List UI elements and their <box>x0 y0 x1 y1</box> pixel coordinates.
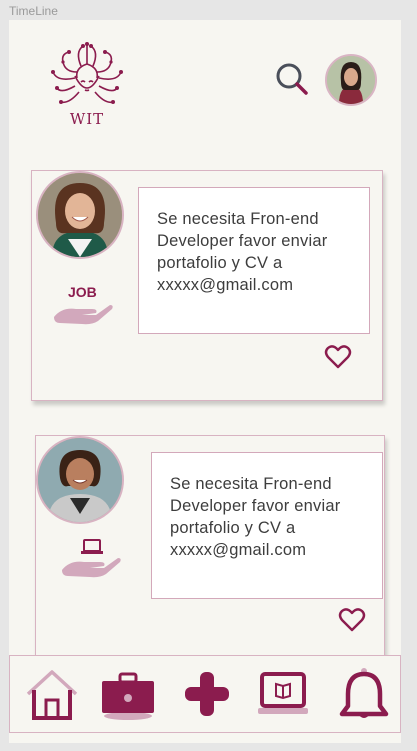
timeline-screen: WIT JOB Se necesita Fron-end Developer f… <box>9 20 401 743</box>
hand-laptop-icon <box>60 538 122 582</box>
frame-label: TimeLine <box>9 4 58 18</box>
like-button[interactable] <box>338 607 366 633</box>
home-icon <box>26 670 78 720</box>
wit-logo: WIT <box>47 42 127 132</box>
search-button[interactable] <box>275 62 309 96</box>
briefcase-icon <box>102 672 154 720</box>
heart-icon <box>324 345 352 369</box>
hand-job-icon <box>52 297 114 329</box>
profile-avatar[interactable] <box>325 54 377 106</box>
logo-text: WIT <box>69 110 105 128</box>
laptop-book-icon <box>258 672 308 714</box>
heart-icon <box>338 608 366 632</box>
avatar <box>38 173 122 257</box>
post-card: Se necesita Fron-end Developer favor env… <box>35 435 385 677</box>
nav-notifications-button[interactable] <box>336 666 392 722</box>
search-icon <box>276 63 308 95</box>
nav-add-button[interactable] <box>180 666 236 722</box>
avatar <box>327 56 375 104</box>
post-author-avatar[interactable] <box>36 171 124 259</box>
bottom-nav <box>9 655 401 733</box>
avatar <box>38 438 122 522</box>
nav-learning-button[interactable] <box>256 666 312 722</box>
post-card: JOB Se necesita Fron-end Developer favor… <box>31 170 383 401</box>
post-message: Se necesita Fron-end Developer favor env… <box>151 452 383 599</box>
nav-home-button[interactable] <box>24 666 80 722</box>
nav-jobs-button[interactable] <box>100 666 156 722</box>
bell-icon <box>339 668 389 718</box>
plus-icon <box>185 672 229 716</box>
medusa-logo-icon <box>51 42 123 104</box>
post-author-avatar[interactable] <box>36 436 124 524</box>
post-message: Se necesita Fron-end Developer favor env… <box>138 187 370 334</box>
like-button[interactable] <box>324 344 352 370</box>
